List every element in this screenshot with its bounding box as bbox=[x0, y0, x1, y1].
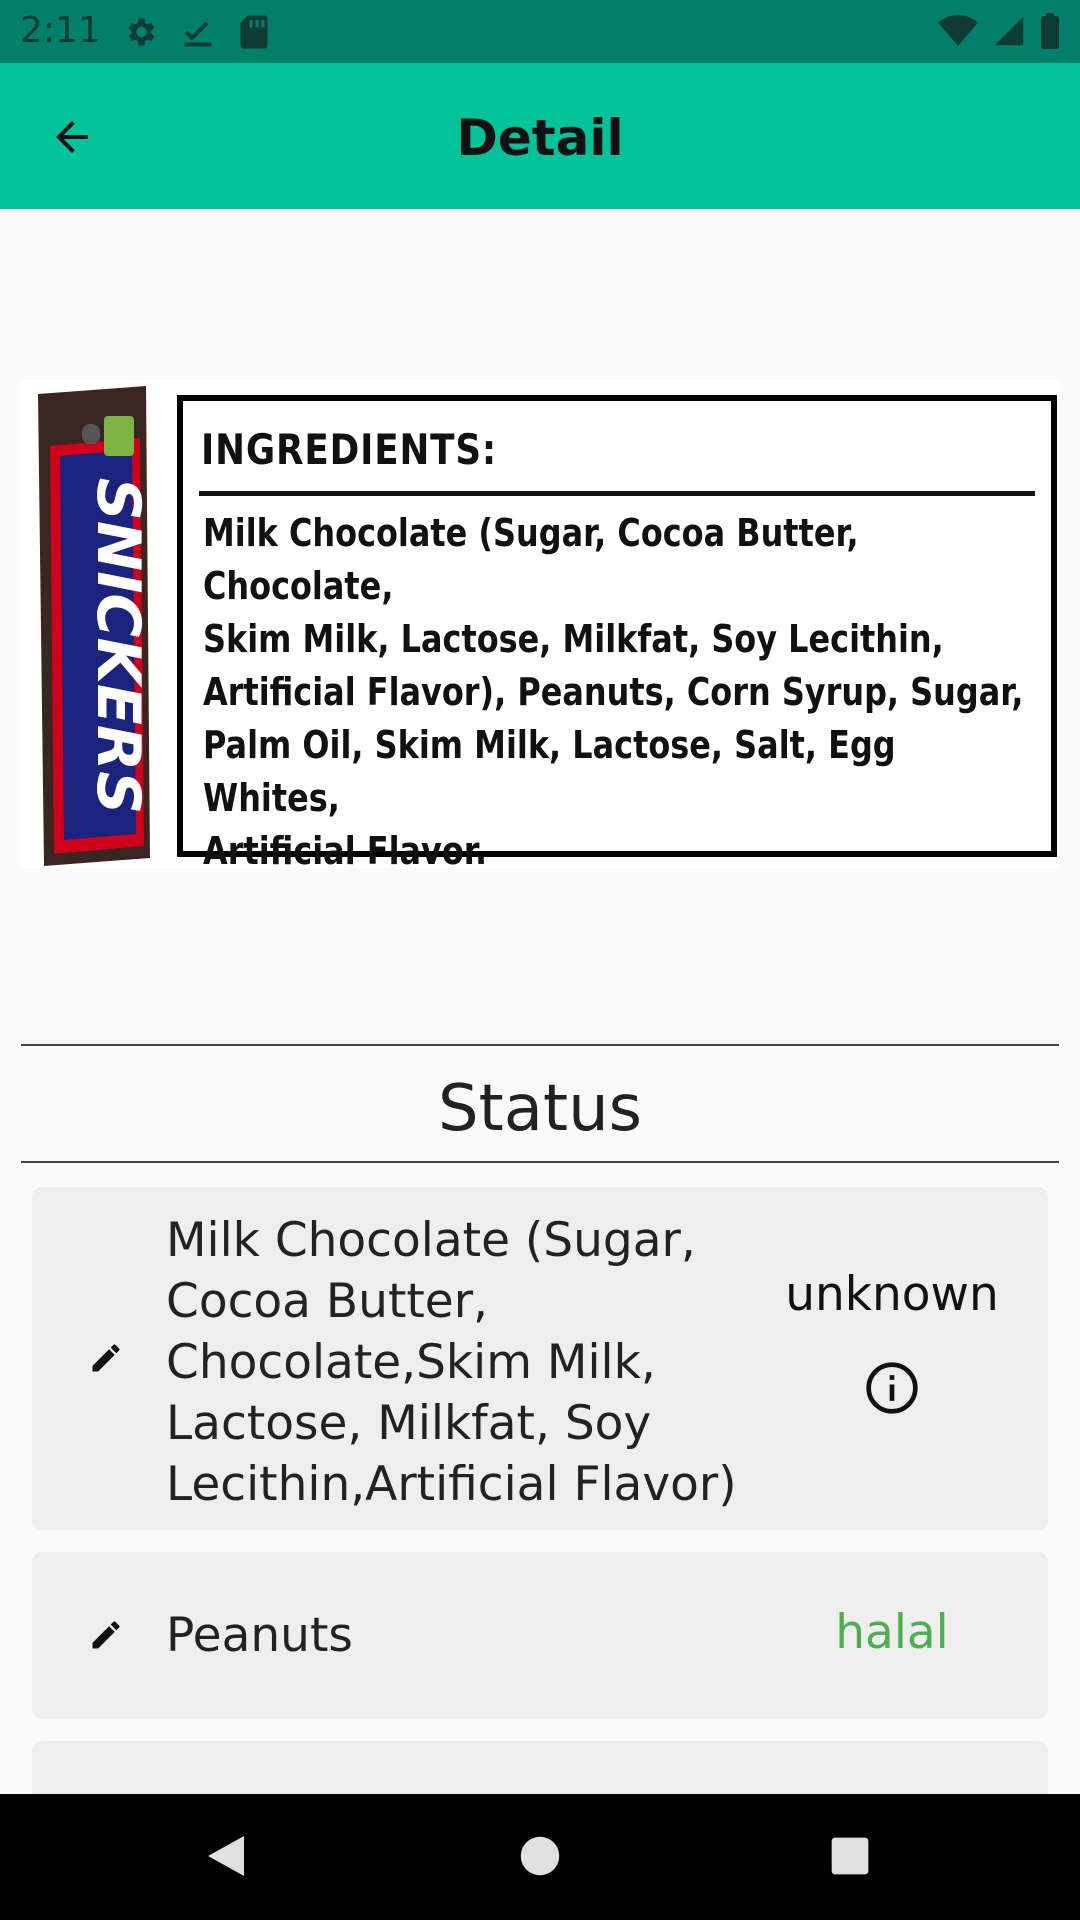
divider bbox=[21, 1044, 1059, 1046]
wifi-icon bbox=[938, 14, 978, 52]
info-icon[interactable] bbox=[864, 1360, 920, 1416]
status-label: halal bbox=[835, 1605, 949, 1660]
status-bar: 2:11 bbox=[0, 0, 1080, 63]
navigation-bar bbox=[0, 1794, 1080, 1920]
status-label: unknown bbox=[785, 1267, 999, 1322]
section-title: Status bbox=[438, 1072, 642, 1146]
triangle-back-icon bbox=[208, 1836, 244, 1876]
pencil-icon bbox=[92, 1344, 120, 1372]
ingredient-name: Milk Chocolate (Sugar, Cocoa Butter, Cho… bbox=[166, 1213, 737, 1512]
ingredients-line: Milk Chocolate (Sugar, Cocoa Butter, Cho… bbox=[203, 511, 859, 608]
settings-icon bbox=[122, 14, 158, 54]
ingredients-line: Skim Milk, Lactose, Milkfat, Soy Lecithi… bbox=[203, 617, 944, 661]
ingredients-line: Artificial Flavor. bbox=[203, 829, 488, 873]
pencil-icon bbox=[92, 1621, 120, 1649]
edit-button[interactable] bbox=[86, 1615, 126, 1655]
divider bbox=[21, 1161, 1059, 1163]
square-recents-icon bbox=[831, 1837, 869, 1875]
cell-signal-icon bbox=[992, 14, 1026, 52]
clock: 2:11 bbox=[20, 10, 101, 51]
brand-logo: SNICKERS bbox=[83, 478, 153, 815]
ingredients-line: Artificial Flavor), Peanuts, Corn Syrup,… bbox=[203, 670, 1024, 714]
page-title: Detail bbox=[456, 109, 624, 167]
back-nav-button[interactable] bbox=[194, 1824, 258, 1888]
sd-card-icon bbox=[238, 14, 270, 54]
ingredients-label: INGREDIENTS: Milk Chocolate (Sugar, Coco… bbox=[177, 395, 1057, 873]
ingredients-line: Palm Oil, Skim Milk, Lactose, Salt, Egg … bbox=[203, 723, 896, 820]
circle-home-icon bbox=[520, 1836, 560, 1876]
app-bar: Detail bbox=[0, 63, 1080, 209]
home-nav-button[interactable] bbox=[508, 1824, 572, 1888]
ingredients-heading: INGREDIENTS: bbox=[201, 425, 498, 474]
snickers-bar-image: SNICKERS bbox=[38, 386, 153, 866]
ingredients-text: Milk Chocolate (Sugar, Cocoa Butter, Cho… bbox=[203, 507, 1043, 878]
battery-icon bbox=[1040, 13, 1060, 53]
product-image: SNICKERS INGREDIENTS: Milk Chocolate (Su… bbox=[20, 380, 1060, 873]
edit-button[interactable] bbox=[86, 1338, 126, 1378]
divider bbox=[199, 491, 1035, 496]
task-done-icon bbox=[180, 14, 216, 54]
ingredient-card[interactable]: Peanuts halal bbox=[32, 1552, 1048, 1719]
ingredient-card[interactable]: Milk Chocolate (Sugar, Cocoa Butter, Cho… bbox=[32, 1187, 1048, 1530]
ingredient-name: Peanuts bbox=[166, 1608, 353, 1663]
recents-nav-button[interactable] bbox=[818, 1824, 882, 1888]
